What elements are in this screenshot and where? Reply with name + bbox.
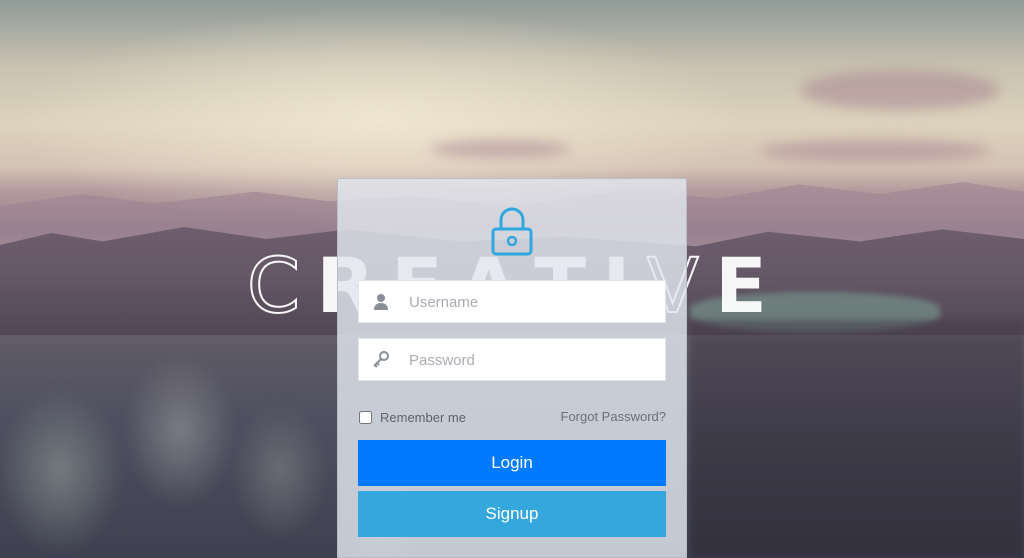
username-field [358,280,666,324]
brand-letter: C [246,241,311,330]
username-input[interactable] [407,281,661,324]
forgot-password-link[interactable]: Forgot Password? [561,409,667,424]
cloud [760,140,990,162]
remember-me[interactable]: Remember me [358,408,466,426]
background-scene: C R E A T I V E [0,0,1024,558]
remember-me-label: Remember me [380,409,466,425]
lock-icon [488,203,536,259]
signup-button[interactable]: Signup [358,491,666,537]
remember-me-checkbox[interactable] [359,410,372,424]
key-icon [371,350,391,370]
cloud [800,70,1000,110]
login-button[interactable]: Login [358,440,666,486]
user-icon [371,292,391,312]
cloud [430,140,570,158]
login-card: Remember me Forgot Password? Login Signu… [337,178,687,558]
brand-letter: E [715,241,777,330]
password-field [358,338,666,382]
password-input[interactable] [407,339,661,382]
